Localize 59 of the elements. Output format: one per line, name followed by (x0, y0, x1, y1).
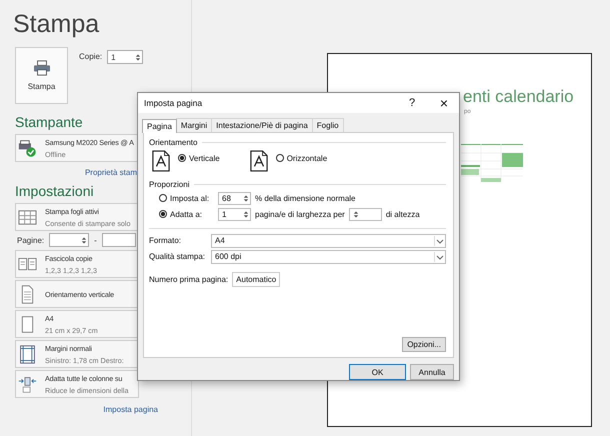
radio-button[interactable] (159, 194, 167, 202)
group-label: Orientamento (149, 138, 198, 147)
radio-button[interactable] (276, 154, 284, 162)
radio-label[interactable]: Verticale (189, 154, 220, 163)
page-icon (152, 150, 170, 172)
dialog-button[interactable]: OK (349, 364, 406, 380)
spinner-arrows-icon[interactable] (135, 52, 142, 62)
spinner-arrows-icon[interactable] (81, 236, 88, 244)
grid-sheet-icon (18, 208, 37, 226)
chevron-down-icon (434, 252, 445, 262)
from-page-field[interactable] (49, 233, 90, 247)
first-page-field[interactable]: Automatico (232, 272, 280, 287)
dropdown-field[interactable]: 600 dpi (211, 250, 446, 264)
tab[interactable]: Pagina (142, 118, 177, 133)
margins-icon (18, 344, 37, 364)
radio-button[interactable] (178, 154, 186, 162)
printer-properties-link[interactable]: Proprietà stam (84, 168, 137, 177)
radio-label[interactable]: Adatta a: (170, 210, 202, 219)
field-label: Numero prima pagina: (149, 274, 228, 284)
field-label: pagina/e di larghezza per (255, 210, 345, 219)
number-field[interactable]: 1 (218, 208, 251, 221)
field-label: Qualità stampa: (149, 252, 206, 262)
help-button[interactable]: ? (405, 96, 419, 109)
spinner-arrows-icon[interactable] (243, 194, 249, 203)
group-label: Proporzioni (149, 180, 190, 189)
number-field[interactable]: 68 (218, 192, 251, 205)
copies-field[interactable]: 1 (107, 50, 144, 64)
tab[interactable]: Margini (176, 118, 212, 132)
radio-button[interactable] (159, 210, 167, 218)
range-dash: - (94, 234, 97, 246)
close-button[interactable]: × (437, 94, 451, 111)
field-label: % della dimensione normale (255, 194, 356, 203)
dropdown-field[interactable]: A4 (211, 234, 446, 248)
printer-icon (32, 60, 50, 76)
to-page-field[interactable] (102, 233, 136, 247)
field-label: Formato: (149, 236, 182, 246)
tab[interactable]: Foglio (312, 118, 344, 132)
radio-label[interactable]: Imposta al: (170, 194, 210, 203)
spinner-arrows-icon[interactable] (352, 210, 359, 219)
preview-title: enti calendario (463, 87, 574, 107)
dialog-title: Imposta pagina (144, 98, 204, 108)
page-icon (250, 150, 268, 172)
spinner-arrows-icon[interactable] (243, 210, 249, 219)
page-setup-link[interactable]: Imposta pagina (103, 405, 158, 414)
options-button[interactable]: Opzioni... (402, 337, 446, 352)
dialog-button[interactable]: Annulla (410, 364, 454, 380)
pages-label: Pagine: (17, 234, 44, 246)
field-label: di altezza (386, 210, 420, 219)
page-title: Stampa (13, 9, 100, 39)
fit-columns-icon (18, 374, 37, 394)
printer-ready-icon (18, 138, 37, 158)
section-heading: Stampante (15, 114, 83, 131)
number-field[interactable] (348, 208, 382, 221)
print-button[interactable]: Stampa (15, 47, 68, 104)
copies-label: Copie: (79, 51, 102, 63)
radio-label[interactable]: Orizzontale (286, 154, 328, 163)
section-heading: Impostazioni (15, 183, 94, 200)
chevron-down-icon (434, 236, 445, 246)
tab[interactable]: Intestazione/Piè di pagina (211, 118, 313, 132)
